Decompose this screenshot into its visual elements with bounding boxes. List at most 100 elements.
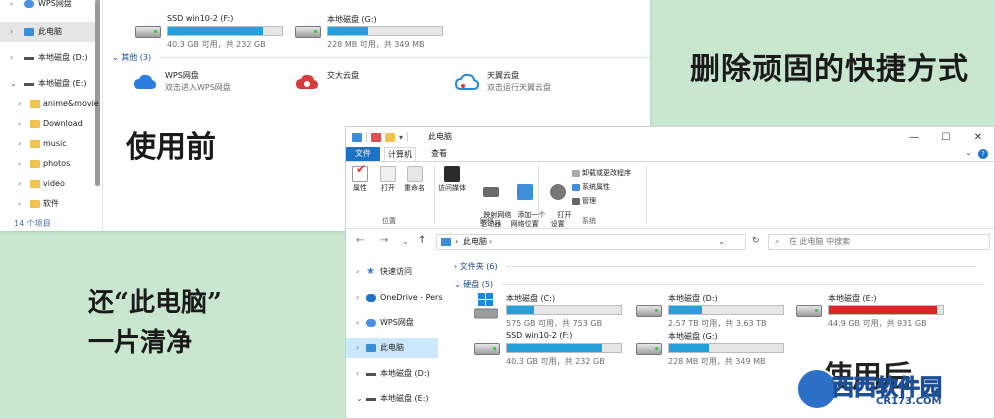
nav-item-drive-d[interactable]: › 本地磁盘 (D:) bbox=[346, 364, 438, 384]
address-field[interactable]: › 此电脑 › ⌄ bbox=[436, 234, 746, 250]
minimize-icon[interactable]: — bbox=[898, 127, 930, 147]
properties-icon: ✔ bbox=[352, 163, 368, 182]
nav-item-folder[interactable]: › Download bbox=[0, 114, 95, 134]
before-nav-pane: › WPS网盘 › 此电脑 › 本地磁盘 (D:) ⌄ 本地磁盘 (E:) › … bbox=[0, 0, 103, 231]
nav-item-this-pc[interactable]: › 此电脑 bbox=[0, 22, 95, 42]
new-folder-icon[interactable] bbox=[385, 132, 395, 142]
chevron-right-icon[interactable]: › bbox=[356, 262, 364, 282]
breadcrumb[interactable]: 此电脑 bbox=[463, 235, 487, 249]
collapse-ribbon-icon[interactable]: ⌄ bbox=[965, 148, 972, 157]
folders-section-header[interactable]: › 文件夹 (6) bbox=[454, 261, 977, 272]
access-media-button[interactable]: 访问媒体 bbox=[438, 166, 466, 193]
system-icon bbox=[572, 183, 580, 191]
chevron-right-icon[interactable]: › bbox=[18, 174, 26, 194]
drive-usage-bar bbox=[668, 343, 784, 353]
chevron-right-icon[interactable]: › bbox=[356, 338, 364, 358]
others-section-header[interactable]: ⌄ 其他 (3) bbox=[112, 52, 650, 63]
recent-dropdown-icon[interactable]: ⌄ bbox=[402, 237, 409, 246]
chevron-right-icon[interactable]: › bbox=[356, 288, 364, 308]
drive-tile[interactable]: SSD win10-2 (F:) 40.3 GB 可用，共 232 GB bbox=[135, 14, 315, 49]
chevron-right-icon[interactable]: › bbox=[356, 313, 364, 333]
nav-item-label: 本地磁盘 (E:) bbox=[38, 79, 87, 88]
drive-info: 575 GB 可用，共 753 GB bbox=[506, 319, 603, 328]
nav-item-folder[interactable]: › photos bbox=[0, 154, 95, 174]
chevron-right-icon[interactable]: › bbox=[18, 154, 26, 174]
drive-name: 本地磁盘 (G:) bbox=[668, 332, 718, 341]
nav-item-label: Download bbox=[43, 119, 83, 128]
nav-item-folder[interactable]: › 软件 bbox=[0, 194, 95, 214]
cloud-drive-tile[interactable]: WPS网盘 双击进入WPS网盘 bbox=[133, 68, 293, 98]
breadcrumb-chevron[interactable]: › bbox=[489, 235, 492, 249]
address-dropdown-icon[interactable]: ⌄ bbox=[718, 235, 725, 249]
nav-item-quick-access[interactable]: › ★ 快速访问 bbox=[346, 262, 438, 282]
tab-file[interactable]: 文件 bbox=[346, 147, 380, 161]
nav-item-drive-e[interactable]: ⌄ 本地磁盘 (E:) bbox=[0, 74, 95, 94]
properties-icon[interactable] bbox=[371, 132, 381, 142]
nav-item-drive-d[interactable]: › 本地磁盘 (D:) bbox=[0, 48, 95, 68]
nav-item-drive-e[interactable]: ⌄ 本地磁盘 (E:) bbox=[346, 389, 438, 409]
cloud-name: WPS网盘 bbox=[165, 71, 199, 80]
nav-item-wps[interactable]: › WPS网盘 bbox=[346, 313, 438, 333]
chevron-right-icon[interactable]: › bbox=[10, 0, 18, 14]
chevron-down-icon[interactable]: ⌄ bbox=[356, 389, 364, 409]
nav-item-label: OneDrive - Pers bbox=[380, 293, 443, 302]
programs-icon bbox=[572, 169, 580, 177]
back-arrow-icon[interactable]: ← bbox=[356, 235, 364, 246]
pc-icon bbox=[366, 344, 376, 352]
drive-name: 本地磁盘 (C:) bbox=[506, 294, 556, 303]
drive-tile[interactable]: 本地磁盘 (D:) 2.57 TB 可用，共 3.63 TB bbox=[636, 293, 816, 328]
drive-tile[interactable]: 本地磁盘 (C:) 575 GB 可用，共 753 GB bbox=[474, 293, 654, 328]
drive-tile[interactable]: SSD win10-2 (F:) 40.3 GB 可用，共 232 GB bbox=[474, 331, 654, 366]
chevron-right-icon[interactable]: › bbox=[10, 22, 18, 42]
chevron-right-icon[interactable]: › bbox=[18, 134, 26, 154]
nav-scrollbar[interactable] bbox=[95, 0, 100, 186]
nav-item-onedrive[interactable]: › OneDrive - Pers bbox=[346, 288, 443, 308]
chevron-right-icon[interactable]: › bbox=[18, 94, 26, 114]
nav-item-label: photos bbox=[43, 159, 71, 168]
drive-tile[interactable]: 本地磁盘 (E:) 44.9 GB 可用，共 931 GB bbox=[796, 293, 976, 328]
open-settings-button[interactable]: 打开 设置 bbox=[544, 166, 571, 238]
nav-item-folder[interactable]: › video bbox=[0, 174, 95, 194]
up-arrow-icon[interactable]: ↑ bbox=[418, 235, 426, 246]
nav-item-this-pc[interactable]: › 此电脑 bbox=[346, 338, 438, 358]
chevron-right-icon[interactable]: › bbox=[18, 194, 26, 214]
maximize-icon[interactable]: ☐ bbox=[930, 127, 962, 147]
chevron-down-icon[interactable]: ⌄ bbox=[10, 74, 18, 94]
open-icon bbox=[380, 166, 396, 182]
dropdown-arrow-icon[interactable]: ▾ bbox=[399, 133, 403, 142]
chevron-right-icon[interactable]: › bbox=[356, 364, 364, 384]
toolbar-separator bbox=[366, 132, 367, 142]
window-title: 此电脑 bbox=[428, 132, 452, 141]
drive-name: SSD win10-2 (F:) bbox=[506, 331, 573, 340]
wps-cloud-icon bbox=[366, 319, 376, 327]
system-properties-button[interactable]: 系统属性 bbox=[572, 182, 610, 192]
forward-arrow-icon[interactable]: → bbox=[380, 235, 388, 246]
cloud-desc: 双击运行天翼云盘 bbox=[487, 83, 551, 92]
drive-tile[interactable]: 本地磁盘 (G:) 228 MB 可用，共 349 MB bbox=[295, 14, 475, 49]
cloud-drive-tile[interactable]: 交大云盘 bbox=[295, 68, 455, 98]
drives-section-header[interactable]: ⌄ 硬盘 (5) bbox=[454, 279, 984, 290]
tab-computer[interactable]: 计算机 bbox=[384, 147, 416, 161]
properties-button[interactable]: ✔ 属性 bbox=[352, 163, 368, 193]
drive-tile[interactable]: 本地磁盘 (G:) 228 MB 可用，共 349 MB bbox=[636, 331, 816, 366]
search-input[interactable]: ⌕ 在 此电脑 中搜索 bbox=[768, 234, 990, 250]
open-button[interactable]: 打开 bbox=[380, 166, 396, 193]
chevron-right-icon[interactable]: › bbox=[18, 114, 26, 134]
rename-button[interactable]: 重命名 bbox=[404, 166, 425, 193]
close-icon[interactable]: ✕ bbox=[962, 127, 994, 147]
cloud-drive-tile[interactable]: 天翼云盘 双击运行天翼云盘 bbox=[455, 68, 615, 98]
uninstall-button[interactable]: 卸载或更改程序 bbox=[572, 168, 631, 178]
help-icon[interactable]: ? bbox=[978, 149, 988, 159]
nav-item-folder[interactable]: › music bbox=[0, 134, 95, 154]
chevron-right-icon[interactable]: › bbox=[10, 48, 18, 68]
network-drive-icon bbox=[482, 187, 499, 197]
nav-item-wps[interactable]: › WPS网盘 bbox=[0, 0, 95, 14]
address-bar-row: ← → ⌄ ↑ › 此电脑 › ⌄ ↻ ⌕ 在 此电脑 中搜索 bbox=[346, 229, 994, 255]
nav-item-folder[interactable]: › anime&movie bbox=[0, 94, 99, 114]
refresh-icon[interactable]: ↻ bbox=[752, 236, 760, 246]
manage-button[interactable]: 管理 bbox=[572, 196, 596, 206]
group-label-network: 网络 bbox=[480, 217, 494, 225]
watermark-domain: CR173.COM bbox=[876, 396, 942, 407]
add-network-location-button[interactable]: 添加一个 网络位置 bbox=[504, 166, 545, 238]
tab-view[interactable]: 查看 bbox=[424, 147, 454, 161]
